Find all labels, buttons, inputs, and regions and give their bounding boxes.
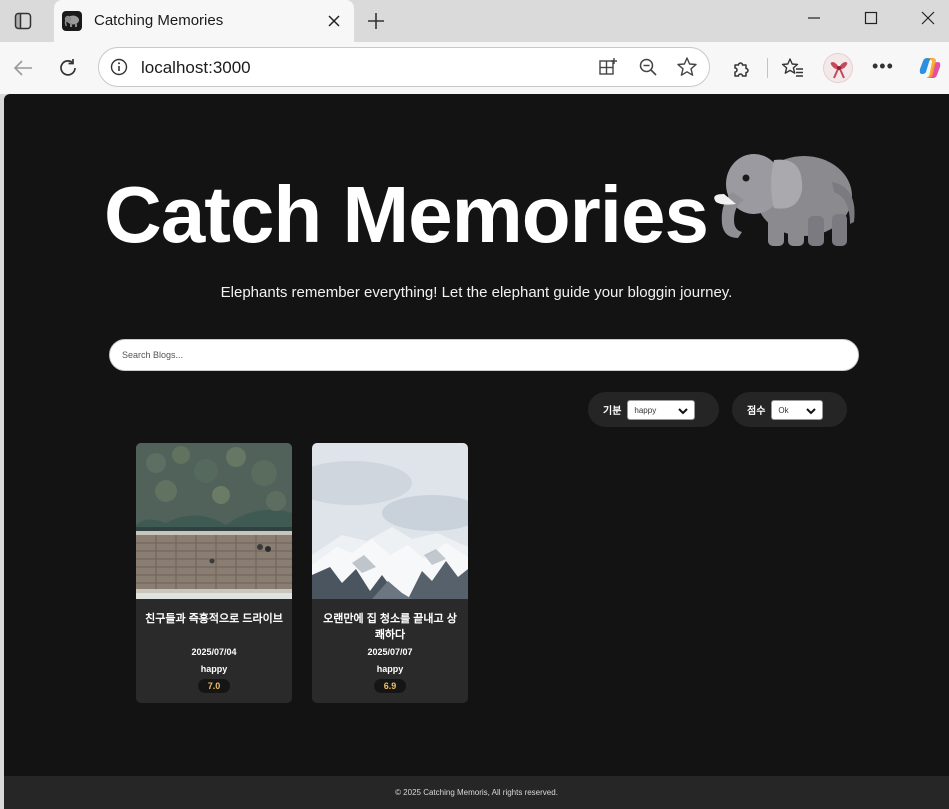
mood-select-value: happy	[634, 405, 657, 415]
page-content: Catch Memories Elephants remember everyt…	[4, 94, 949, 809]
maximize-icon[interactable]	[856, 6, 886, 30]
chevron-down-icon	[678, 407, 689, 414]
post-thumbnail-snowy-mountains	[312, 443, 468, 599]
profile-avatar[interactable]	[823, 53, 853, 83]
site-info-icon[interactable]	[109, 57, 129, 77]
tab-title: Catching Memories	[94, 12, 224, 29]
back-arrow-icon[interactable]	[10, 55, 36, 81]
mood-filter: 기분 happy	[588, 392, 719, 427]
post-card[interactable]: 친구들과 즉흥적으로 드라이브 2025/07/04 happy 7.0	[136, 443, 292, 703]
score-filter: 점수 Ok	[732, 392, 847, 427]
active-tab[interactable]: Catching Memories	[54, 0, 354, 42]
post-date: 2025/07/04	[191, 647, 237, 657]
post-thumbnail-aerial-coast	[136, 443, 292, 599]
new-tab-icon[interactable]	[364, 9, 388, 33]
close-tab-icon[interactable]	[324, 11, 344, 31]
split-screen-icon[interactable]	[597, 56, 619, 78]
more-menu-icon[interactable]: •••	[872, 56, 894, 77]
score-select[interactable]: Ok	[771, 399, 824, 420]
mood-filter-label: 기분	[603, 406, 622, 417]
post-date: 2025/07/07	[367, 647, 413, 657]
url-text: localhost:3000	[141, 58, 251, 77]
post-card[interactable]: 오랜만에 집 청소를 끝내고 상쾌하다 2025/07/07 happy 6.9	[312, 443, 468, 703]
tagline: Elephants remember everything! Let the e…	[220, 284, 733, 301]
post-mood: happy	[376, 664, 404, 674]
hero-title: Catch Memories	[104, 170, 709, 259]
elephant-favicon-icon	[62, 11, 82, 31]
minimize-icon[interactable]	[799, 6, 829, 30]
post-title: 친구들과 즉흥적으로 드라이브	[145, 613, 283, 625]
copilot-icon[interactable]	[916, 54, 944, 82]
score-filter-label: 점수	[747, 406, 766, 417]
extensions-icon[interactable]	[729, 55, 755, 81]
refresh-icon[interactable]	[55, 55, 81, 81]
post-score-badge: 6.9	[374, 679, 406, 693]
tab-bar: Catching Memories	[0, 0, 949, 42]
mood-select[interactable]: happy	[627, 399, 696, 420]
search-input[interactable]	[109, 339, 859, 371]
chevron-down-icon	[806, 407, 817, 414]
post-score-badge: 7.0	[198, 679, 230, 693]
close-window-icon[interactable]	[913, 6, 943, 30]
post-mood: happy	[200, 664, 228, 674]
post-title: 오랜만에 집 청소를 끝내고 상쾌하다	[323, 613, 457, 641]
browser-chrome: Catching Memories localhost:3000 •••	[0, 0, 949, 94]
favorites-list-icon[interactable]	[780, 55, 806, 81]
address-bar[interactable]: localhost:3000	[98, 47, 710, 87]
zoom-out-icon[interactable]	[637, 56, 659, 78]
elephant-icon	[712, 142, 860, 248]
browser-toolbar: localhost:3000 •••	[0, 42, 949, 94]
footer: © 2025 Catching Memoris, All rights rese…	[4, 776, 949, 809]
tab-actions-icon[interactable]	[12, 10, 34, 32]
score-select-value: Ok	[778, 405, 789, 415]
toolbar-separator	[767, 58, 768, 78]
favorite-star-icon[interactable]	[676, 56, 698, 78]
